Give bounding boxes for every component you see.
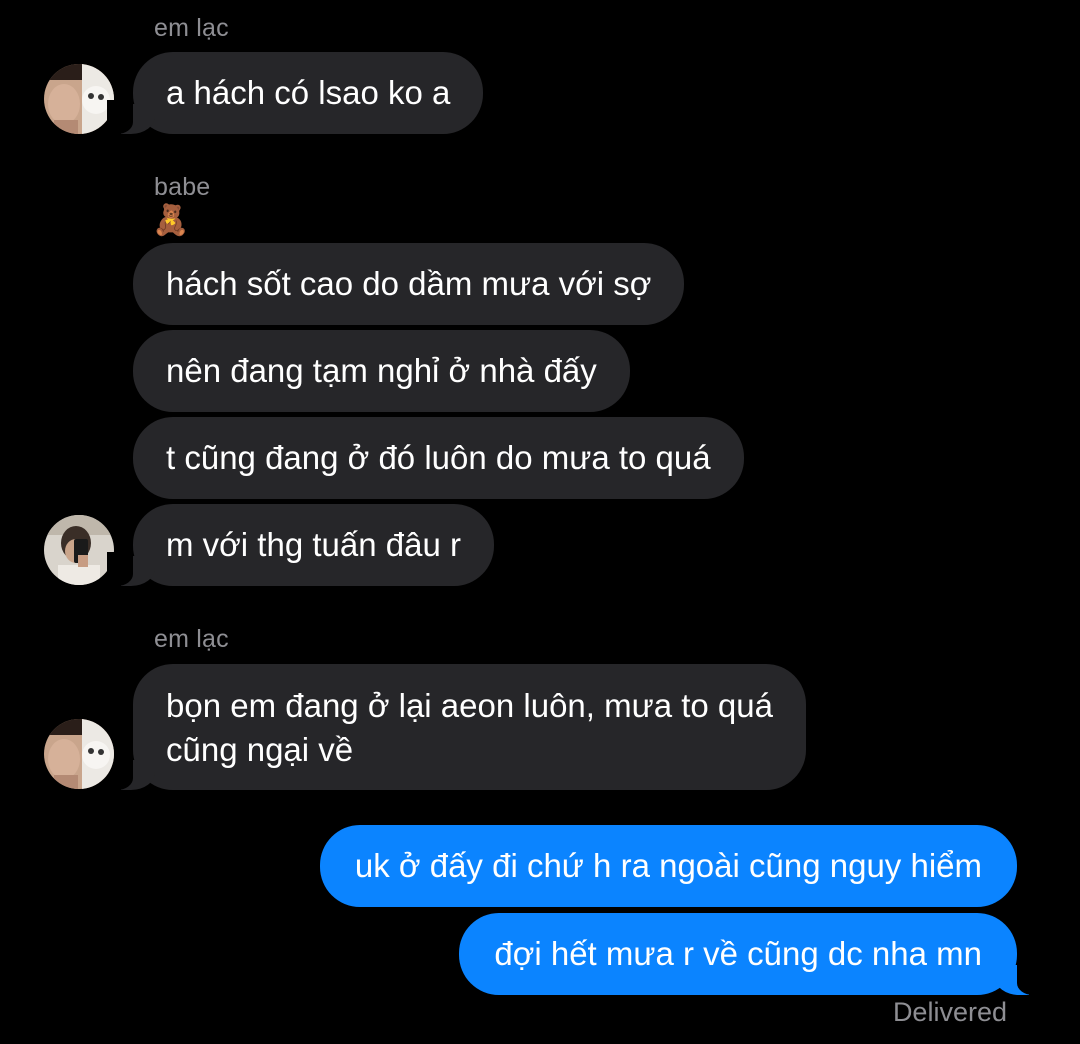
- message-text: a hách có lsao ko a: [166, 74, 451, 111]
- message-text: hách sốt cao do dầm mưa với sợ: [166, 265, 652, 302]
- message-text: bọn em đang ở lại aeon luôn, mưa to quá: [166, 687, 773, 724]
- message-bubble[interactable]: nên đang tạm nghỉ ở nhà đấy: [133, 330, 630, 412]
- avatar[interactable]: [44, 719, 114, 789]
- message-bubble[interactable]: bọn em đang ở lại aeon luôn, mưa to quá …: [107, 664, 806, 790]
- sender-name: em lạc: [154, 625, 229, 653]
- message-bubble[interactable]: hách sốt cao do dầm mưa với sợ: [133, 243, 685, 325]
- message-thread: em lạc a hách có lsao ko a babe 🧸 hách s…: [0, 0, 1080, 1044]
- delivery-status: Delivered: [892, 997, 1007, 1027]
- message-bubble-outgoing[interactable]: đợi hết mưa r về cũng dc nha mn: [459, 913, 1043, 995]
- message-text: uk ở đấy đi chứ h ra ngoài cũng nguy hiể…: [354, 847, 982, 884]
- sender-name: babe: [154, 173, 211, 201]
- avatar[interactable]: [44, 515, 114, 585]
- message-text: t cũng đang ở đó luôn do mưa to quá: [166, 439, 711, 476]
- avatar[interactable]: [44, 64, 114, 134]
- message-text: m với thg tuấn đâu r: [166, 526, 461, 563]
- message-bubble[interactable]: t cũng đang ở đó luôn do mưa to quá: [133, 417, 744, 499]
- teddy-bear-icon: 🧸: [152, 204, 190, 237]
- message-text: cũng ngại về: [166, 731, 354, 768]
- message-text: nên đang tạm nghỉ ở nhà đấy: [166, 352, 597, 389]
- message-bubble[interactable]: m với thg tuấn đâu r: [107, 504, 494, 586]
- message-text: đợi hết mưa r về cũng dc nha mn: [494, 935, 982, 972]
- sender-name: em lạc: [154, 14, 229, 42]
- message-bubble-outgoing[interactable]: uk ở đấy đi chứ h ra ngoài cũng nguy hiể…: [319, 825, 1017, 907]
- message-bubble[interactable]: a hách có lsao ko a: [106, 52, 484, 134]
